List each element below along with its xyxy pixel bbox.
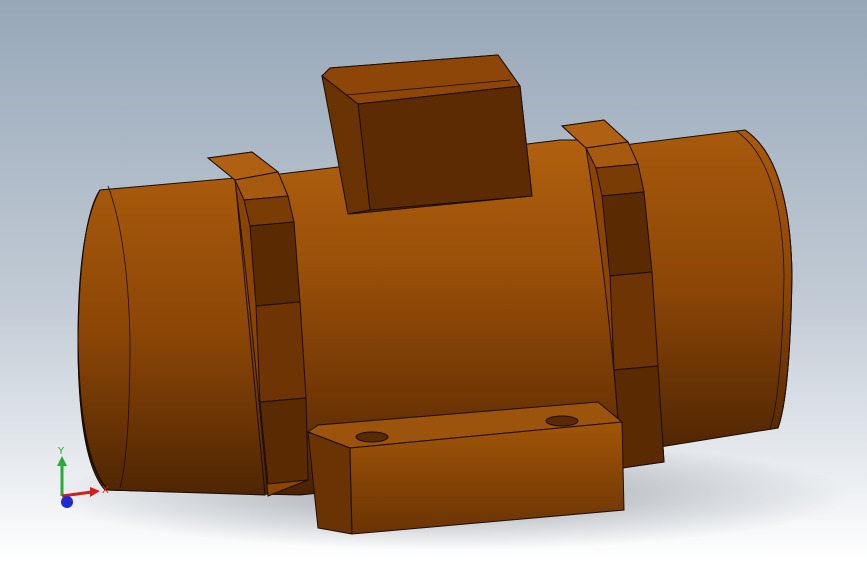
mount-hole-right [545,415,579,427]
y-axis-label: Y [57,446,65,457]
y-axis-arrow [57,456,67,466]
x-axis-arrow [90,487,100,497]
terminal-box [321,54,533,215]
mounting-foot [306,401,625,535]
mount-hole-left [355,431,389,443]
x-axis-line [61,490,93,498]
vibration-motor-model[interactable] [0,0,867,562]
z-axis-dot [61,496,73,508]
coordinate-triad: Y X [57,446,109,508]
x-axis-label: X [102,485,109,496]
graphics-viewport[interactable]: Y X [0,0,867,562]
